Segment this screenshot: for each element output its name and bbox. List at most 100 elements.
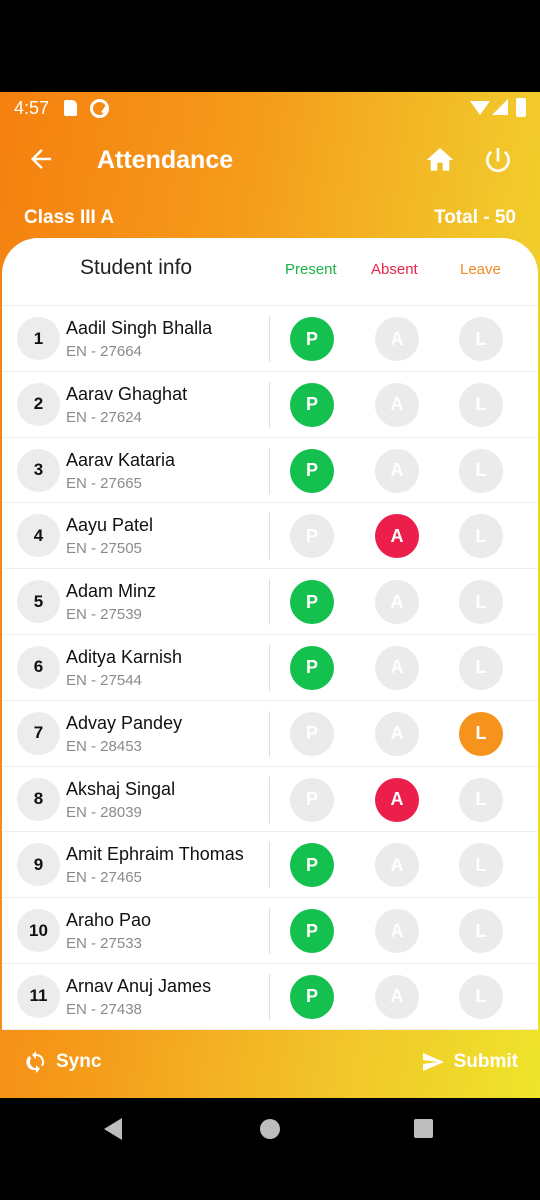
leave-toggle[interactable]: L [459,317,503,361]
absent-toggle[interactable]: A [375,645,419,690]
student-name: Adam Minz [66,581,157,602]
student-row: 5 Adam Minz EN - 27539 P A L [2,569,538,635]
class-name: Class III A [24,207,115,228]
leave-toggle[interactable]: L [459,777,503,822]
student-name: Aayu Patel [66,515,154,536]
row-divider [269,644,270,691]
absent-toggle[interactable]: A [375,580,419,625]
absent-toggle[interactable]: A [375,317,419,361]
enrollment-number: EN - 27624 [66,408,142,426]
row-divider [269,973,270,1020]
student-name: Akshaj Singal [66,778,176,799]
absent-toggle[interactable]: A [375,382,419,427]
student-name: Araho Pao [66,910,152,931]
student-row: 11 Arnav Anuj James EN - 27438 P A L [2,964,538,1030]
student-name: Advay Pandey [66,712,183,733]
student-name: Arnav Anuj James [66,975,212,996]
student-row: 3 Aarav Kataria EN - 27665 P A L [2,438,538,504]
absent-toggle[interactable]: A [375,909,419,954]
student-name: Aadil Singh Bhalla [66,318,213,338]
present-toggle[interactable]: P [290,448,334,493]
present-toggle[interactable]: P [290,514,334,559]
top-black-area [0,0,540,92]
leave-toggle[interactable]: L [459,974,503,1019]
status-bar: 4:57 [0,92,540,124]
roll-number-badge: 8 [17,777,60,821]
absent-toggle[interactable]: A [375,711,419,756]
enrollment-number: EN - 27465 [66,869,142,887]
present-header: Present [285,261,337,278]
row-divider [269,447,270,494]
total-count: Total - 50 [434,207,516,228]
page-title: Attendance [97,146,234,174]
present-toggle[interactable]: P [290,711,334,756]
absent-toggle[interactable]: A [375,514,419,559]
student-list: 1 Aadil Singh Bhalla EN - 27664 P A L 2 Aarav G… [2,306,538,1030]
leave-toggle[interactable]: L [459,580,503,625]
present-toggle[interactable]: P [290,909,334,954]
roll-number-badge: 11 [17,974,60,1018]
app-screen: 4:57 Attendance Class III A Total - 50 S… [0,92,540,1098]
absent-toggle[interactable]: A [375,843,419,888]
enrollment-number: EN - 27665 [66,474,142,492]
leave-toggle[interactable]: L [459,514,503,559]
leave-toggle[interactable]: L [459,645,503,690]
row-divider [269,842,270,889]
row-divider [269,381,270,428]
leave-toggle[interactable]: L [459,448,503,493]
present-toggle[interactable]: P [290,382,334,427]
status-time: 4:57 [14,98,50,118]
present-toggle[interactable]: P [290,645,334,690]
student-name: Aarav Kataria [66,449,176,470]
nav-home-icon[interactable] [260,1119,280,1139]
arrow-left-icon[interactable] [26,144,56,174]
roll-number-badge: 7 [17,711,60,755]
present-toggle[interactable]: P [290,843,334,888]
row-divider [269,908,270,955]
power-icon[interactable] [482,144,514,176]
student-row: 1 Aadil Singh Bhalla EN - 27664 P A L [2,306,538,372]
roll-number-badge: 9 [17,843,60,887]
roll-number-badge: 2 [17,382,60,426]
nav-back-icon[interactable] [104,1118,122,1140]
absent-toggle[interactable]: A [375,777,419,822]
nav-recents-icon[interactable] [414,1119,433,1138]
absent-toggle[interactable]: A [375,974,419,1019]
row-divider [269,776,270,823]
leave-toggle[interactable]: L [459,382,503,427]
leave-toggle[interactable]: L [459,843,503,888]
row-divider [269,710,270,757]
student-info-header: Student info [80,256,193,279]
home-icon[interactable] [424,144,456,176]
sd-card-icon [64,100,77,116]
data-saver-icon [90,99,109,118]
present-toggle[interactable]: P [290,317,334,361]
absent-header: Absent [371,261,418,278]
roll-number-badge: 4 [17,514,60,558]
enrollment-number: EN - 27533 [66,935,142,953]
submit-label: Submit [453,1051,518,1072]
submit-button[interactable]: Submit [420,1050,518,1074]
leave-toggle[interactable]: L [459,711,503,756]
leave-header: Leave [460,261,501,278]
present-toggle[interactable]: P [290,974,334,1019]
present-toggle[interactable]: P [290,777,334,822]
student-row: 4 Aayu Patel EN - 27505 P A L [2,503,538,570]
roll-number-badge: 3 [17,448,60,492]
row-divider [269,579,270,626]
class-info-bar: Class III A Total - 50 [0,204,540,234]
roll-number-badge: 10 [17,909,60,953]
bottom-action-bar: Sync Submit [0,1030,540,1098]
student-row: 6 Aditya Karnish EN - 27544 P A L [2,635,538,701]
absent-toggle[interactable]: A [375,448,419,493]
leave-toggle[interactable]: L [459,909,503,954]
roll-number-badge: 5 [17,580,60,624]
student-row: 8 Akshaj Singal EN - 28039 P A L [2,767,538,833]
sync-button[interactable]: Sync [24,1050,101,1074]
row-divider [269,513,270,560]
sync-label: Sync [56,1051,102,1072]
present-toggle[interactable]: P [290,580,334,625]
attendance-table-header: Student info Present Absent Leave [2,238,538,306]
app-header: Attendance [0,132,540,192]
signal-icon [492,99,508,115]
